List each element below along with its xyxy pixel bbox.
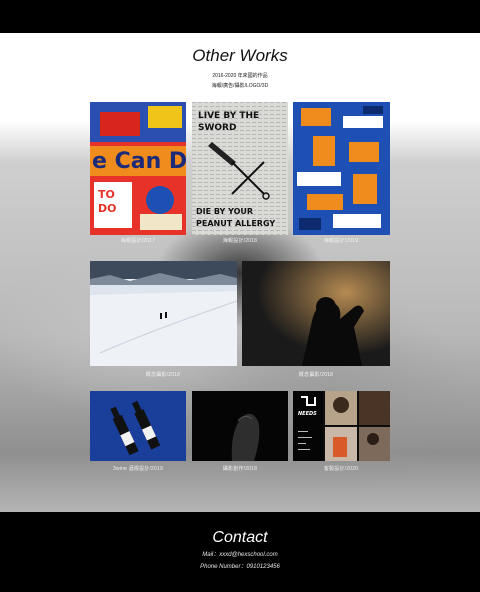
svg-text:e Can D: e Can D: [92, 149, 186, 174]
work-tile-poster-abstract[interactable]: [293, 102, 390, 235]
poster-collage-image: e Can D TO DO: [90, 102, 186, 235]
section-subtitle-years: 2016-2020 年來國的作品: [212, 73, 268, 79]
needs-brand-collage: NEEDS: [293, 391, 390, 461]
section-header: Other Works 2016-2020 年來國的作品 海報/廣告/攝影/LO…: [0, 45, 480, 91]
svg-text:DIE BY YOUR: DIE BY YOUR: [196, 207, 253, 216]
svg-text:NEEDS: NEEDS: [298, 411, 317, 417]
poster-sword-image: LIVE BY THE SWORD DIE BY YOUR PEANUT ALL…: [192, 102, 288, 235]
work-caption: 概念攝影/2018: [298, 372, 334, 378]
work-caption: 客製設計/2020: [323, 466, 359, 472]
silhouette-photo: [242, 261, 390, 366]
work-tile-silhouette[interactable]: [242, 261, 390, 366]
work-tile-dark-portrait[interactable]: [192, 391, 288, 461]
work-tile-snow-field[interactable]: [90, 261, 237, 366]
contact-mail[interactable]: Mail：xxxd@hexschool.com: [0, 551, 480, 559]
svg-text:LIVE BY THE: LIVE BY THE: [198, 111, 259, 121]
work-caption: 海報設計/2019: [323, 238, 359, 244]
top-bar: [0, 0, 480, 33]
wine-bottles-photo: [90, 391, 186, 461]
work-tile-poster-collage[interactable]: e Can D TO DO: [90, 102, 186, 235]
work-tile-poster-sword[interactable]: LIVE BY THE SWORD DIE BY YOUR PEANUT ALL…: [192, 102, 288, 235]
svg-text:TO: TO: [98, 188, 115, 201]
dark-portrait-photo: [192, 391, 288, 461]
snow-field-photo: [90, 261, 237, 366]
other-works-section: Other Works 2016-2020 年來國的作品 海報/廣告/攝影/LO…: [0, 33, 480, 512]
work-caption: 概念攝影/2018: [145, 372, 181, 378]
svg-text:SWORD: SWORD: [198, 123, 236, 133]
contact-phone[interactable]: Phone Number：0910123456: [0, 563, 480, 571]
svg-text:DO: DO: [98, 202, 116, 215]
work-tile-wine-bottles[interactable]: [90, 391, 186, 461]
section-title: Other Works: [192, 46, 288, 65]
contact-footer: Contact Mail：xxxd@hexschool.com Phone Nu…: [0, 512, 480, 592]
contact-title: Contact: [212, 529, 268, 546]
section-subtitle-categories: 海報/廣告/攝影/LOGO/3D: [211, 83, 269, 89]
poster-abstract-image: [293, 102, 390, 235]
work-tile-needs-brand[interactable]: NEEDS: [293, 391, 390, 461]
svg-text:PEANUT ALLERGY: PEANUT ALLERGY: [196, 219, 275, 228]
